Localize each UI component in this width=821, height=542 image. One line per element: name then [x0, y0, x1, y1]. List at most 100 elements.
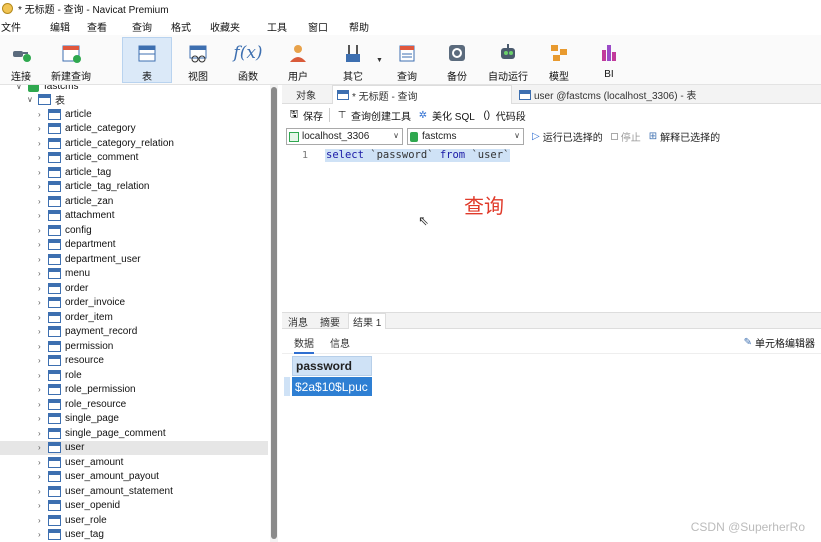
beautify-sql-button[interactable]: ✲ 美化 SQL	[417, 108, 475, 123]
grid-cell-selected[interactable]: $2a$10$Lpuc	[292, 377, 372, 396]
user-button[interactable]: 用户	[273, 37, 323, 83]
object-tree[interactable]: ∨ fastcms ∨ 表 › article › article_category ›…	[0, 85, 268, 542]
sql-line-selected[interactable]: select `password` from `user`	[325, 149, 511, 162]
chevron-right-icon[interactable]: ›	[38, 429, 44, 438]
tab-objects[interactable]: 对象	[292, 85, 320, 104]
auto-run-button[interactable]: 自动运行	[483, 37, 533, 83]
chevron-right-icon[interactable]: ›	[38, 139, 44, 148]
tree-item-article-zan[interactable]: › article_zan	[0, 194, 268, 209]
tree-item-article-category[interactable]: › article_category	[0, 122, 268, 137]
chevron-right-icon[interactable]: ›	[38, 501, 44, 510]
scrollbar-thumb[interactable]	[271, 87, 277, 539]
tab-user-table[interactable]: user @fastcms (localhost_3306) - 表	[515, 85, 700, 104]
chevron-right-icon[interactable]: ›	[38, 182, 44, 191]
save-button[interactable]: 🖫 保存	[288, 108, 323, 123]
tab-query[interactable]: * 无标题 - 查询	[332, 85, 512, 104]
chevron-right-icon[interactable]: ›	[38, 313, 44, 322]
tree-item-article[interactable]: › article	[0, 107, 268, 122]
chevron-down-icon[interactable]: ∨	[27, 95, 33, 104]
tree-item-role-resource[interactable]: › role_resource	[0, 397, 268, 412]
cell-editor-button[interactable]: ✎ 单元格编辑器	[744, 335, 815, 350]
tree-item-user-openid[interactable]: › user_openid	[0, 499, 268, 514]
chevron-right-icon[interactable]: ›	[38, 487, 44, 496]
menu-format[interactable]: 格式	[161, 19, 200, 34]
backup-button[interactable]: 备份	[432, 37, 482, 83]
tree-item-single-page[interactable]: › single_page	[0, 412, 268, 427]
tab-data[interactable]: 数据	[294, 335, 314, 354]
tree-item-article-category-relation[interactable]: › article_category_relation	[0, 136, 268, 151]
other-button[interactable]: 其它	[328, 37, 378, 83]
tree-item-role[interactable]: › role	[0, 368, 268, 383]
chevron-right-icon[interactable]: ›	[38, 240, 44, 249]
query-button[interactable]: 查询	[382, 37, 432, 83]
tree-item-order[interactable]: › order	[0, 281, 268, 296]
stop-button[interactable]: 停止	[610, 129, 641, 144]
chevron-down-icon[interactable]: ∨	[16, 85, 22, 91]
tree-item-order-invoice[interactable]: › order_invoice	[0, 296, 268, 311]
chevron-right-icon[interactable]: ›	[38, 197, 44, 206]
chevron-right-icon[interactable]: ›	[38, 255, 44, 264]
chevron-right-icon[interactable]: ›	[38, 356, 44, 365]
bi-button[interactable]: BI	[584, 37, 634, 83]
view-button[interactable]: 视图	[173, 37, 223, 83]
tree-item-user-amount-payout[interactable]: › user_amount_payout	[0, 470, 268, 485]
tree-item-article-tag[interactable]: › article_tag	[0, 165, 268, 180]
tree-item-config[interactable]: › config	[0, 223, 268, 238]
tab-result-1[interactable]: 结果 1	[348, 313, 387, 329]
chevron-right-icon[interactable]: ›	[38, 226, 44, 235]
chevron-right-icon[interactable]: ›	[38, 385, 44, 394]
chevron-right-icon[interactable]: ›	[38, 168, 44, 177]
tree-item-permission[interactable]: › permission	[0, 339, 268, 354]
tree-item-user[interactable]: › user	[0, 440, 268, 455]
tree-item-single-page-comment[interactable]: › single_page_comment	[0, 426, 268, 441]
tab-summary[interactable]: 摘要	[316, 313, 344, 329]
tree-item-resource[interactable]: › resource	[0, 354, 268, 369]
column-header-password[interactable]: password	[292, 356, 372, 376]
chevron-right-icon[interactable]: ›	[38, 472, 44, 481]
menu-window[interactable]: 窗口	[296, 19, 337, 34]
tree-item-department-user[interactable]: › department_user	[0, 252, 268, 267]
chevron-right-icon[interactable]: ›	[38, 371, 44, 380]
explain-selected-button[interactable]: ⊞ 解释已选择的	[649, 129, 720, 144]
table-button[interactable]: 表	[122, 37, 172, 83]
menu-tools[interactable]: 工具	[249, 19, 296, 34]
chevron-right-icon[interactable]: ›	[38, 298, 44, 307]
menu-favorites[interactable]: 收藏夹	[200, 19, 249, 34]
function-button[interactable]: f(x) 函数	[223, 37, 273, 84]
tree-item-payment-record[interactable]: › payment_record	[0, 325, 268, 340]
snippet-button[interactable]: () 代码段	[481, 108, 525, 123]
chevron-right-icon[interactable]: ›	[38, 342, 44, 351]
new-query-button[interactable]: 新建查询	[46, 37, 96, 83]
chevron-right-icon[interactable]: ›	[38, 443, 44, 452]
tab-messages[interactable]: 消息	[284, 313, 312, 329]
row-marker[interactable]	[284, 377, 290, 396]
tree-item-user-role[interactable]: › user_role	[0, 513, 268, 528]
tree-item-role-permission[interactable]: › role_permission	[0, 383, 268, 398]
query-builder-button[interactable]: ⊤ 查询创建工具	[336, 108, 411, 123]
tree-item-order-item[interactable]: › order_item	[0, 310, 268, 325]
tree-item-attachment[interactable]: › attachment	[0, 209, 268, 224]
chevron-right-icon[interactable]: ›	[38, 400, 44, 409]
chevron-right-icon[interactable]: ›	[38, 458, 44, 467]
menu-file[interactable]: 文件	[0, 19, 30, 34]
tree-item-user-tag[interactable]: › user_tag	[0, 528, 268, 542]
chevron-right-icon[interactable]: ›	[38, 211, 44, 220]
tree-item-user-amount-statement[interactable]: › user_amount_statement	[0, 484, 268, 499]
tree-item-user-amount[interactable]: › user_amount	[0, 455, 268, 470]
model-button[interactable]: 模型	[534, 37, 584, 83]
chevron-right-icon[interactable]: ›	[38, 269, 44, 278]
chevron-right-icon[interactable]: ›	[38, 327, 44, 336]
menu-query[interactable]: 查询	[116, 19, 161, 34]
chevron-right-icon[interactable]: ›	[38, 110, 44, 119]
tree-item-menu[interactable]: › menu	[0, 267, 268, 282]
chevron-right-icon[interactable]: ›	[38, 124, 44, 133]
tree-item-article-comment[interactable]: › article_comment	[0, 151, 268, 166]
menu-view[interactable]: 查看	[79, 19, 116, 34]
sql-editor[interactable]: 1 select `password` from `user` 查询 ⇖	[282, 147, 821, 312]
chevron-right-icon[interactable]: ›	[38, 530, 44, 539]
menu-edit[interactable]: 编辑	[30, 19, 79, 34]
database-select[interactable]: fastcms ∨	[407, 128, 524, 145]
tree-tables-group[interactable]: ∨ 表	[0, 92, 268, 107]
chevron-right-icon[interactable]: ›	[38, 414, 44, 423]
chevron-right-icon[interactable]: ›	[38, 284, 44, 293]
